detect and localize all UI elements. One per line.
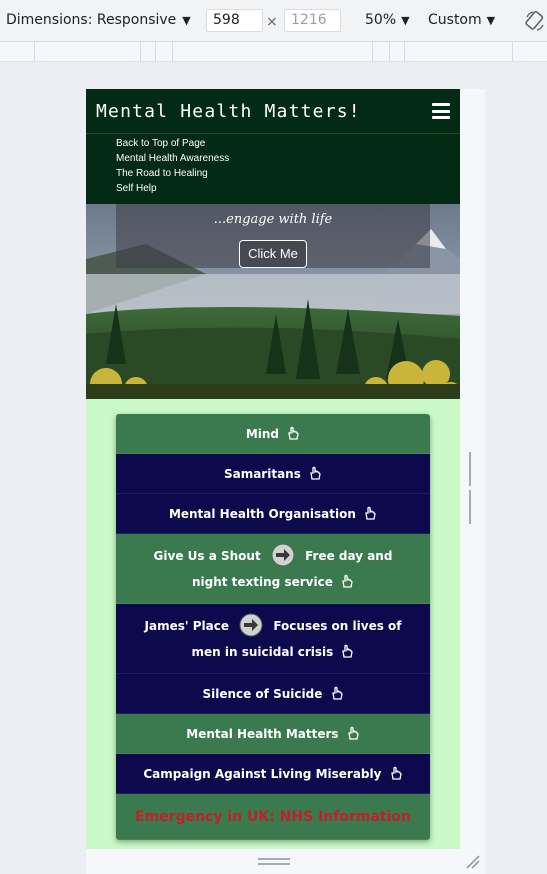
ruler-mark bbox=[140, 42, 141, 62]
resize-handle-right[interactable] bbox=[469, 452, 477, 524]
link-label: Emergency in UK: NHS Information bbox=[135, 809, 411, 825]
hand-pointer-icon bbox=[288, 426, 299, 440]
ruler-mark bbox=[389, 42, 390, 62]
resize-handle-corner[interactable] bbox=[463, 852, 481, 870]
media-query-ruler bbox=[0, 42, 547, 62]
click-me-button[interactable]: Click Me bbox=[239, 240, 307, 268]
dimensions-label: Dimensions: Responsive bbox=[6, 12, 177, 28]
hamburger-menu-icon[interactable] bbox=[432, 103, 450, 119]
arrow-circle-right-icon bbox=[239, 613, 263, 636]
hand-pointer-icon bbox=[365, 506, 376, 520]
link-mental-health-organisation[interactable]: Mental Health Organisation bbox=[116, 494, 430, 534]
height-input[interactable]: 1216 bbox=[284, 9, 341, 32]
caret-down-icon: ▼ bbox=[182, 14, 191, 27]
site-navbar: Mental Health Matters! Back to Top of Pa… bbox=[86, 89, 460, 204]
resize-handle-bottom[interactable] bbox=[258, 858, 290, 865]
width-input[interactable]: 598 bbox=[206, 9, 263, 32]
arrow-circle-right-icon bbox=[271, 543, 295, 566]
hero-section: ...engage with life Click Me bbox=[86, 204, 460, 399]
ruler-mark bbox=[34, 42, 35, 62]
hand-pointer-icon bbox=[342, 644, 354, 658]
link-calm[interactable]: Campaign Against Living Miserably bbox=[116, 754, 430, 794]
link-label: Mental Health Matters bbox=[186, 727, 339, 741]
link-mental-health-matters[interactable]: Mental Health Matters bbox=[116, 714, 430, 754]
hero-overlay: ...engage with life Click Me bbox=[116, 204, 430, 268]
link-label: Mind bbox=[245, 427, 279, 441]
devtools-toolbar: Dimensions: Responsive ▼ 598 × 1216 50% ▼ … bbox=[0, 0, 547, 42]
dimensions-dropdown[interactable]: Dimensions: Responsive ▼ bbox=[6, 12, 191, 28]
hand-pointer-icon bbox=[331, 686, 343, 700]
link-label: Give Us a Shout bbox=[153, 549, 261, 563]
caret-down-icon: ▼ bbox=[401, 14, 410, 27]
hand-pointer-icon bbox=[347, 726, 359, 740]
link-label: Mental Health Organisation bbox=[168, 507, 356, 521]
link-nhs-emergency[interactable]: Emergency in UK: NHS Information bbox=[116, 794, 430, 840]
throttle-dropdown[interactable]: Custom ▼ bbox=[428, 12, 495, 28]
ruler-mark bbox=[404, 42, 405, 62]
hand-pointer-icon bbox=[342, 574, 353, 588]
link-label: Campaign Against Living Miserably bbox=[143, 767, 382, 781]
ruler-mark bbox=[172, 42, 173, 62]
zoom-label: 50% bbox=[365, 12, 397, 28]
link-samaritans[interactable]: Samaritans bbox=[116, 454, 430, 494]
ruler-mark bbox=[372, 42, 373, 62]
link-silence-of-suicide[interactable]: Silence of Suicide bbox=[116, 674, 430, 714]
rotate-icon[interactable] bbox=[524, 10, 546, 32]
nav-divider bbox=[86, 133, 460, 134]
link-label: James' Place bbox=[144, 619, 229, 633]
link-mind[interactable]: Mind bbox=[116, 414, 430, 454]
site-brand[interactable]: Mental Health Matters! bbox=[96, 101, 361, 122]
emulated-viewport: Mental Health Matters! Back to Top of Pa… bbox=[86, 89, 460, 849]
link-give-us-a-shout[interactable]: Give Us a Shout Free day and night texti… bbox=[116, 534, 430, 604]
nav-link-healing[interactable]: The Road to Healing bbox=[116, 166, 229, 181]
times-separator: × bbox=[266, 14, 278, 30]
nav-link-awareness[interactable]: Mental Health Awareness bbox=[116, 151, 229, 166]
caret-down-icon: ▼ bbox=[486, 14, 496, 27]
zoom-dropdown[interactable]: 50% ▼ bbox=[365, 12, 410, 28]
ruler-mark bbox=[155, 42, 156, 62]
nav-link-top[interactable]: Back to Top of Page bbox=[116, 136, 229, 151]
link-label: Silence of Suicide bbox=[202, 687, 323, 701]
hand-pointer-icon bbox=[310, 466, 321, 480]
support-links-list: Mind Samaritans Mental Health Organisati… bbox=[116, 414, 430, 840]
nav-link-self-help[interactable]: Self Help bbox=[116, 181, 229, 196]
hero-tagline: ...engage with life bbox=[213, 212, 333, 227]
link-james-place[interactable]: James' Place Focuses on lives of men in … bbox=[116, 604, 430, 674]
nav-links: Back to Top of Page Mental Health Awaren… bbox=[116, 136, 229, 196]
link-label: Samaritans bbox=[223, 467, 301, 481]
hand-pointer-icon bbox=[390, 766, 402, 780]
throttle-label: Custom bbox=[428, 12, 482, 28]
ruler-mark bbox=[512, 42, 513, 62]
